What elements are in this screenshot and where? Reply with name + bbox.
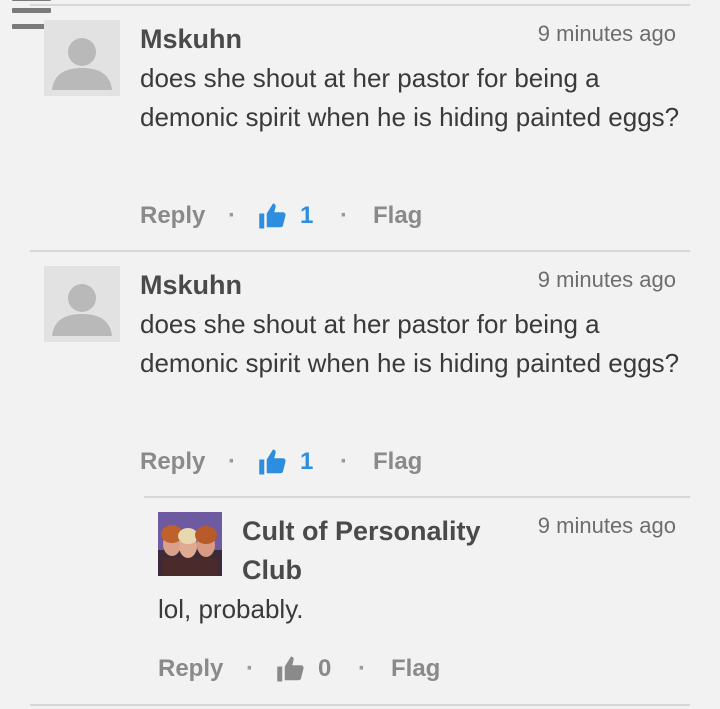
thumbs-up-icon[interactable] — [276, 654, 306, 684]
comment-timestamp[interactable]: 9 minutes ago — [538, 265, 676, 295]
separator-dot: · — [358, 655, 366, 682]
comment-actions: Reply · 1 · Flag — [140, 442, 540, 482]
reply-button[interactable]: Reply — [158, 649, 223, 689]
comment-actions: Reply · 0 · Flag — [158, 649, 558, 689]
thumbs-up-icon[interactable] — [258, 201, 288, 231]
separator-dot: · — [228, 202, 236, 229]
comment-author[interactable]: Cult of Personality Club — [242, 512, 481, 590]
author-name-line: Cult of Personality — [242, 516, 481, 546]
top-divider — [30, 4, 690, 6]
user-silhouette-icon — [52, 38, 112, 90]
reply-button[interactable]: Reply — [140, 196, 205, 236]
bottom-divider — [30, 704, 690, 706]
user-photo-avatar[interactable] — [158, 512, 222, 576]
separator-dot: · — [340, 202, 348, 229]
comment-actions: Reply · 1 · Flag — [140, 196, 540, 236]
comment-author[interactable]: Mskuhn — [140, 266, 242, 305]
like-count: 1 — [300, 448, 314, 475]
reply-divider — [144, 496, 690, 498]
comment-body: lol, probably. — [158, 594, 304, 624]
group-photo-image — [158, 512, 222, 576]
thumbs-up-icon[interactable] — [258, 447, 288, 477]
like-count: 0 — [318, 655, 332, 682]
flag-button[interactable]: Flag — [391, 649, 440, 689]
comment-timestamp[interactable]: 9 minutes ago — [538, 511, 676, 541]
comment-divider — [30, 250, 690, 252]
separator-dot: · — [340, 448, 348, 475]
default-user-avatar[interactable] — [44, 20, 120, 96]
author-name-line: Club — [242, 555, 302, 585]
separator-dot: · — [228, 448, 236, 475]
default-user-avatar[interactable] — [44, 266, 120, 342]
reply-button[interactable]: Reply — [140, 442, 205, 482]
user-silhouette-icon — [52, 284, 112, 336]
flag-button[interactable]: Flag — [373, 442, 422, 482]
like-count: 1 — [300, 202, 314, 229]
separator-dot: · — [246, 655, 254, 682]
flag-button[interactable]: Flag — [373, 196, 422, 236]
comment-author[interactable]: Mskuhn — [140, 20, 242, 59]
comment-body: does she shout at her pastor for being a… — [140, 309, 680, 378]
comment-timestamp[interactable]: 9 minutes ago — [538, 19, 676, 49]
comment-body: does she shout at her pastor for being a… — [140, 63, 680, 132]
